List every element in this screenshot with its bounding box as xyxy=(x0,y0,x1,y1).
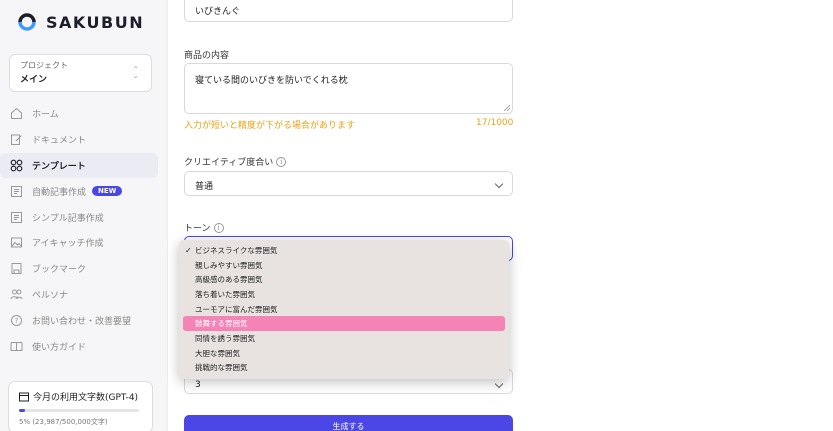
content-textarea[interactable]: 寝ている間のいびきを防いでくれる枕 xyxy=(184,63,513,114)
grid-icon xyxy=(9,158,23,172)
sidebar-item-label: ホーム xyxy=(32,110,59,121)
sidebar-item-label: ペルソナ xyxy=(32,290,69,301)
product-name-input[interactable]: いびきんぐ xyxy=(184,0,513,22)
sidebar-item-templates[interactable]: テンプレート xyxy=(0,152,158,179)
sidebar-item-persona[interactable]: ペルソナ xyxy=(0,282,158,308)
info-icon[interactable]: i xyxy=(276,156,287,167)
sidebar-item-eyecatch[interactable]: アイキャッチ作成 xyxy=(0,230,158,256)
sidebar-item-auto-article[interactable]: 自動記事作成 NEW xyxy=(0,178,158,204)
char-counter: 17/1000 xyxy=(476,118,514,128)
tone-option[interactable]: 親しみやすい雰囲気 xyxy=(183,258,505,273)
article-icon xyxy=(9,184,23,198)
length-warning: 入力が短いと精度が下がる場合があります xyxy=(184,121,356,131)
sidebar-item-label: 自動記事作成 xyxy=(32,187,87,198)
tone-option-highlighted[interactable]: 鼓舞する雰囲気 xyxy=(183,316,505,332)
help-icon: ? xyxy=(9,313,23,327)
sidebar-item-home[interactable]: ホーム xyxy=(0,101,158,127)
sidebar-item-documents[interactable]: ドキュメント xyxy=(0,127,158,153)
logo[interactable]: SAKUBUN xyxy=(16,10,144,34)
usage-card: 今月の利用文字数(GPT-4) 5% (23,987/500,000文字) xyxy=(8,381,153,431)
sidebar-item-bookmarks[interactable]: ブックマーク xyxy=(0,256,158,282)
creativity-select[interactable]: 普通 xyxy=(184,171,513,196)
sidebar-item-label: ドキュメント xyxy=(32,136,87,147)
creativity-label: クリエイティブ度合い i xyxy=(184,155,287,168)
sidebar-item-label: アイキャッチ作成 xyxy=(32,239,104,250)
book-icon xyxy=(9,339,23,353)
tone-option[interactable]: 大胆な雰囲気 xyxy=(183,346,505,361)
tone-option[interactable]: 同情を誘う雰囲気 xyxy=(183,331,505,346)
tone-dropdown-menu: ✓ ビジネスライクな雰囲気 親しみやすい雰囲気 高級感のある雰囲気 落ち着いた雰囲… xyxy=(179,240,509,379)
article-icon xyxy=(9,210,23,224)
sidebar-item-simple-article[interactable]: シンプル記事作成 xyxy=(0,204,158,230)
sidebar-item-label: 使い方ガイド xyxy=(32,342,87,353)
tone-option[interactable]: ✓ ビジネスライクな雰囲気 xyxy=(183,243,505,258)
content-label: 商品の内容 xyxy=(184,51,230,61)
usage-progress-bar xyxy=(19,409,139,412)
tone-option[interactable]: ユーモアに富んだ雰囲気 xyxy=(183,302,505,317)
sidebar-item-label: ブックマーク xyxy=(32,265,87,276)
home-icon xyxy=(9,107,23,121)
content-value: 寝ている間のいびきを防いでくれる枕 xyxy=(195,76,348,86)
svg-text:?: ? xyxy=(14,317,18,325)
sidebar-item-label: お問い合わせ・改善要望 xyxy=(32,316,132,327)
brand-name: SAKUBUN xyxy=(46,12,145,32)
tone-option[interactable]: 挑戦的な雰囲気 xyxy=(183,361,505,376)
logo-icon xyxy=(18,13,36,31)
sidebar-item-label: シンプル記事作成 xyxy=(32,213,104,224)
sidebar-item-guide[interactable]: 使い方ガイド xyxy=(0,333,158,359)
new-badge: NEW xyxy=(92,186,123,197)
project-label: プロジェクト xyxy=(20,61,68,70)
tone-option[interactable]: 落ち着いた雰囲気 xyxy=(183,287,505,302)
info-icon[interactable]: i xyxy=(213,222,224,233)
project-value: メイン xyxy=(20,75,48,85)
sidebar: SAKUBUN プロジェクト メイン ⌃ ⌄ ホーム ドキュメント テンプレート … xyxy=(0,0,168,431)
sidebar-item-label: テンプレート xyxy=(32,161,86,172)
generate-button[interactable]: 生成する xyxy=(184,415,513,431)
usage-progress-fill xyxy=(19,409,25,412)
tone-label: トーン i xyxy=(184,221,224,234)
chevron-updown-icon: ⌃ ⌄ xyxy=(132,65,139,80)
bookmark-icon xyxy=(9,262,23,276)
usage-detail: 5% (23,987/500,000文字) xyxy=(19,418,108,426)
usage-icon xyxy=(19,392,29,401)
sidebar-nav: ホーム ドキュメント テンプレート 自動記事作成 NEW シンプル記事作成 アイ… xyxy=(0,101,168,359)
tone-option[interactable]: 高級感のある雰囲気 xyxy=(183,272,505,287)
sidebar-item-contact[interactable]: ? お問い合わせ・改善要望 xyxy=(0,307,158,333)
resize-handle-icon[interactable] xyxy=(504,105,510,111)
project-select[interactable]: プロジェクト メイン ⌃ ⌄ xyxy=(9,54,152,92)
usage-title: 今月の利用文字数(GPT-4) xyxy=(33,393,139,403)
persona-icon xyxy=(9,287,23,301)
check-icon: ✓ xyxy=(185,245,192,255)
document-edit-icon xyxy=(9,133,23,147)
image-icon xyxy=(9,236,23,250)
product-name-value: いびきんぐ xyxy=(195,7,241,17)
creativity-value: 普通 xyxy=(195,182,214,192)
